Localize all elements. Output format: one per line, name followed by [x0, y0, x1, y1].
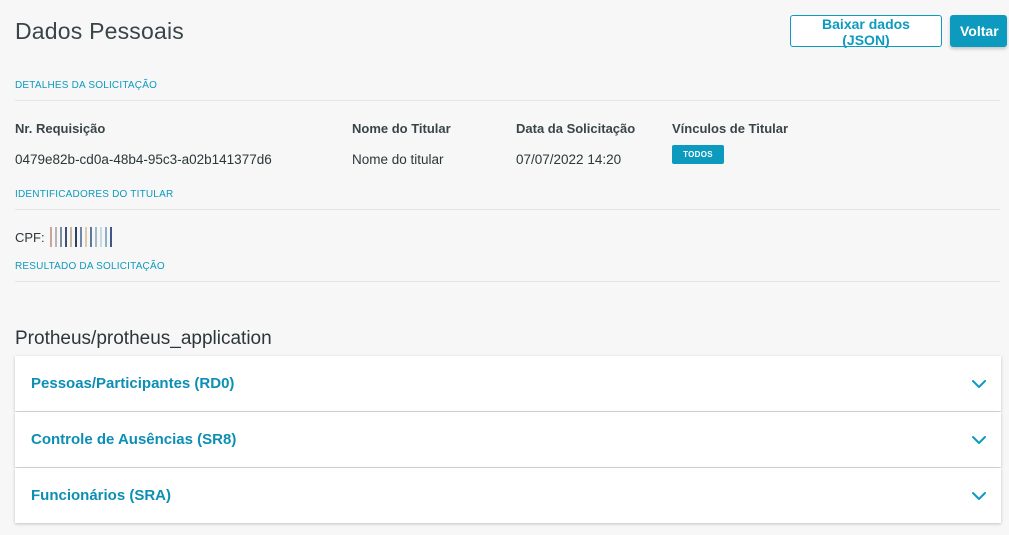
request-number-value: 0479e82b-cd0a-48b4-95c3-a02b141377d6 [15, 152, 272, 167]
request-date-value: 07/07/2022 14:20 [516, 152, 622, 167]
page-title: Dados Pessoais [15, 17, 184, 44]
cpf-row: CPF: [15, 225, 994, 249]
page: Dados Pessoais Baixar dados (JSON) Volta… [0, 0, 1009, 535]
section-label-details: DETALHES DA SOLICITAÇÃO [15, 80, 1000, 101]
holder-name-value: Nome do titular [352, 152, 444, 167]
request-number-field: Nr. Requisição 0479e82b-cd0a-48b4-95c3-a… [15, 121, 352, 179]
holder-links-field: Vínculos de Titular TODOS [672, 121, 872, 179]
accordion-title: Pessoas/Participantes (RD0) [31, 375, 235, 392]
section-label-result: RESULTADO DA SOLICITAÇÃO [15, 261, 1000, 282]
cpf-redacted-value [49, 227, 115, 247]
section-label-identifiers: IDENTIFICADORES DO TITULAR [15, 189, 1000, 210]
accordion-rd0[interactable]: Pessoas/Participantes (RD0) [15, 356, 1001, 411]
application-title: Protheus/protheus_application [15, 328, 272, 349]
links-badge: TODOS [672, 145, 724, 164]
request-date-label: Data da Solicitação [516, 121, 636, 136]
request-details: Nr. Requisição 0479e82b-cd0a-48b4-95c3-a… [15, 121, 994, 179]
cpf-label: CPF: [15, 229, 45, 245]
page-header: Dados Pessoais Baixar dados (JSON) Volta… [15, 0, 1007, 70]
holder-name-field: Nome do Titular Nome do titular [352, 121, 516, 179]
chevron-down-icon[interactable] [971, 432, 987, 448]
holder-links-label: Vínculos de Titular [672, 121, 789, 136]
download-json-button[interactable]: Baixar dados (JSON) [790, 15, 942, 48]
header-actions: Baixar dados (JSON) Voltar [790, 15, 1007, 48]
request-number-label: Nr. Requisição [15, 121, 106, 136]
accordion-sr8[interactable]: Controle de Ausências (SR8) [15, 412, 1001, 467]
accordion-sra[interactable]: Funcionários (SRA) [15, 468, 1001, 523]
accordion-title: Controle de Ausências (SR8) [31, 431, 237, 448]
holder-name-label: Nome do Titular [352, 121, 451, 136]
chevron-down-icon[interactable] [971, 376, 987, 392]
request-date-field: Data da Solicitação 07/07/2022 14:20 [516, 121, 672, 179]
accordion-title: Funcionários (SRA) [31, 487, 172, 504]
chevron-down-icon[interactable] [971, 488, 987, 504]
back-button[interactable]: Voltar [950, 15, 1007, 47]
